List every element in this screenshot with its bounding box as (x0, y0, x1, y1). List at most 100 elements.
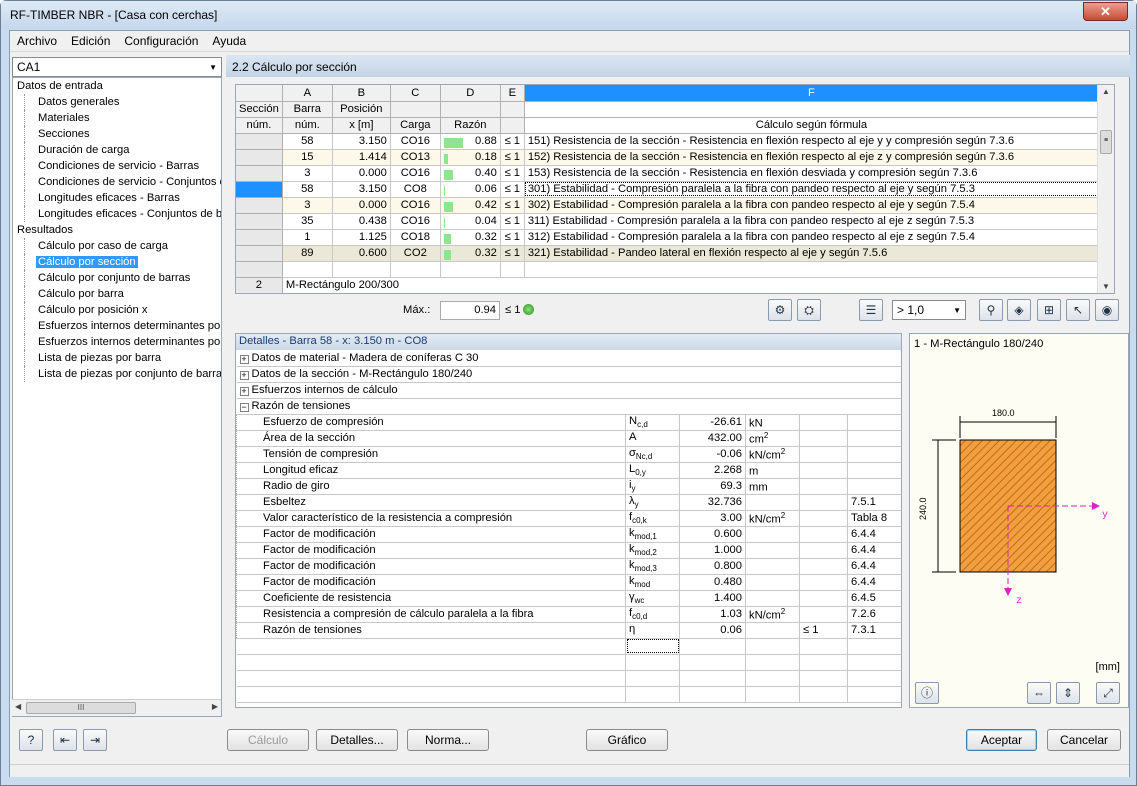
table-row[interactable]: 1 1.125 CO18 0.32 ≤ 1 312) Estabilidad - Comp… (236, 229, 1100, 246)
cell-carga[interactable]: CO18 (390, 229, 441, 246)
expand-icon[interactable]: + (239, 371, 249, 380)
grafico-button[interactable]: Gráfico (586, 729, 668, 751)
details-group[interactable]: + Datos de la sección - M-Rectángulo 180/… (236, 366, 901, 383)
relations-icon[interactable]: ⚙ (768, 299, 792, 321)
tree-item[interactable]: Esfuerzos internos determinantes por c (24, 334, 221, 350)
col-b-header[interactable]: B (332, 85, 391, 102)
case-select[interactable]: CA1 ▼ (12, 57, 222, 77)
row-header[interactable] (236, 133, 283, 150)
cell-x[interactable]: 0.000 (332, 197, 391, 214)
cell-le[interactable]: ≤ 1 (500, 165, 525, 182)
tree-item[interactable]: Condiciones de servicio - Conjuntos de (24, 174, 221, 190)
cell-le[interactable]: ≤ 1 (500, 197, 525, 214)
cell-le[interactable]: ≤ 1 (500, 229, 525, 246)
row-header[interactable] (236, 213, 283, 230)
cell-razon[interactable]: 0.18 (440, 149, 501, 166)
help-icon[interactable]: ? (19, 729, 43, 751)
menu-archivo[interactable]: Archivo (10, 31, 64, 48)
table-row[interactable]: 15 1.414 CO13 0.18 ≤ 1 152) Resistencia de la… (236, 149, 1100, 166)
dimension-z-icon[interactable]: ⇕ (1056, 682, 1080, 704)
tree-group-results[interactable]: Resultados (13, 222, 221, 238)
tree-group-input[interactable]: Datos de entrada (13, 78, 221, 94)
close-button[interactable]: ✕ (1083, 2, 1128, 21)
row-header[interactable] (236, 165, 283, 182)
cell-x[interactable]: 1.125 (332, 229, 391, 246)
cell-carga[interactable]: CO13 (390, 149, 441, 166)
table-row[interactable]: 58 3.150 CO16 0.88 ≤ 1 151) Resistencia de la… (236, 133, 1100, 150)
filter-select[interactable]: > 1,0 ▼ (892, 300, 966, 320)
tree-item[interactable]: Longitudes eficaces - Conjuntos de bar (24, 206, 221, 222)
cell-barra[interactable]: 35 (282, 213, 333, 230)
export-icon[interactable]: ⇥ (83, 729, 107, 751)
view-icon[interactable]: ◉ (1095, 299, 1119, 321)
menu-edicion[interactable]: Edición (64, 31, 117, 48)
section-row[interactable]: 2 M-Rectángulo 200/300 (236, 277, 1100, 293)
cell-barra[interactable]: 89 (282, 245, 333, 262)
pick-member-icon[interactable]: ↖ (1066, 299, 1090, 321)
cell-x[interactable]: 1.414 (332, 149, 391, 166)
grid-scroll-thumb[interactable]: ≡ (1100, 130, 1112, 154)
cell-razon[interactable]: 0.42 (440, 197, 501, 214)
cell-barra[interactable]: 58 (282, 133, 333, 150)
tree-item[interactable]: Cálculo por conjunto de barras (24, 270, 221, 286)
tree-item[interactable]: Lista de piezas por barra (24, 350, 221, 366)
expand-icon[interactable]: + (239, 387, 249, 396)
scroll-left-icon[interactable]: ◀ (15, 702, 21, 711)
tree-item[interactable]: Duración de carga (24, 142, 221, 158)
details-group[interactable]: + Datos de material - Madera de coníferas… (236, 350, 901, 367)
tree-item[interactable]: Materiales (24, 110, 221, 126)
cell-formula[interactable]: 311) Estabilidad - Compresión paralela a… (524, 213, 1100, 230)
filter-icon[interactable]: ⚲ (979, 299, 1003, 321)
row-header[interactable] (236, 197, 283, 214)
tree-item[interactable]: Cálculo por posición x (24, 302, 221, 318)
cell-barra[interactable]: 15 (282, 149, 333, 166)
detalles-button[interactable]: Detalles... (316, 729, 398, 751)
row-header[interactable] (236, 245, 283, 262)
cell-carga[interactable]: CO16 (390, 197, 441, 214)
cancelar-button[interactable]: Cancelar (1047, 729, 1121, 751)
cell-razon[interactable]: 0.40 (440, 165, 501, 182)
cell-razon[interactable]: 0.04 (440, 213, 501, 230)
menu-configuracion[interactable]: Configuración (117, 31, 205, 48)
cell-le[interactable]: ≤ 1 (500, 213, 525, 230)
tree-item[interactable]: Lista de piezas por conjunto de barras (24, 366, 221, 382)
cell-carga[interactable]: CO16 (390, 133, 441, 150)
row-header[interactable] (236, 181, 283, 198)
table-view-icon[interactable]: ☰ (859, 299, 883, 321)
scroll-up-icon[interactable]: ▲ (1102, 87, 1110, 96)
table-row-empty[interactable] (236, 261, 1100, 278)
row-header[interactable] (236, 229, 283, 246)
cell-x[interactable]: 0.000 (332, 165, 391, 182)
cell-barra[interactable]: 58 (282, 181, 333, 198)
cell-x[interactable]: 0.600 (332, 245, 391, 262)
table-row[interactable]: 35 0.438 CO16 0.04 ≤ 1 311) Estabilidad - Com… (236, 213, 1100, 230)
row-header[interactable] (236, 261, 283, 278)
tree-item[interactable]: Cálculo por sección (24, 254, 221, 270)
navigator-hscroll[interactable]: ◀ III ▶ (12, 699, 221, 716)
collapse-icon[interactable]: − (239, 403, 249, 412)
details-group[interactable]: + Esfuerzos internos de cálculo (236, 382, 901, 399)
cell-formula[interactable]: 153) Resistencia de la sección - Resiste… (524, 165, 1100, 182)
cell-barra[interactable]: 3 (282, 165, 333, 182)
col-e-header[interactable]: E (500, 85, 525, 102)
cell-x[interactable]: 0.438 (332, 213, 391, 230)
expand-icon[interactable]: + (239, 354, 249, 364)
col-c-header[interactable]: C (390, 85, 441, 102)
tree-item[interactable]: Esfuerzos internos determinantes por b (24, 318, 221, 334)
scroll-down-icon[interactable]: ▼ (1102, 282, 1110, 291)
tree-item[interactable]: Cálculo por caso de carga (24, 238, 221, 254)
cell-razon[interactable]: 0.32 (440, 245, 501, 262)
norma-button[interactable]: Norma... (407, 729, 489, 751)
cell-formula[interactable]: 152) Resistencia de la sección - Resiste… (524, 149, 1100, 166)
dimension-y-icon[interactable]: ⇔ (1027, 682, 1051, 704)
cell-le[interactable]: ≤ 1 (500, 245, 525, 262)
parts-icon[interactable]: ⛭ (797, 299, 821, 321)
table-row[interactable]: 3 0.000 CO16 0.40 ≤ 1 153) Resistencia de la … (236, 165, 1100, 182)
cell-le[interactable]: ≤ 1 (500, 149, 525, 166)
tree-item[interactable]: Datos generales (24, 94, 221, 110)
tree-item[interactable]: Secciones (24, 126, 221, 142)
col-d-header[interactable]: D (440, 85, 501, 102)
cell-formula[interactable]: 312) Estabilidad - Compresión paralela a… (524, 229, 1100, 246)
excel-export-icon[interactable]: ⊞ (1037, 299, 1061, 321)
cell-razon[interactable]: 0.32 (440, 229, 501, 246)
